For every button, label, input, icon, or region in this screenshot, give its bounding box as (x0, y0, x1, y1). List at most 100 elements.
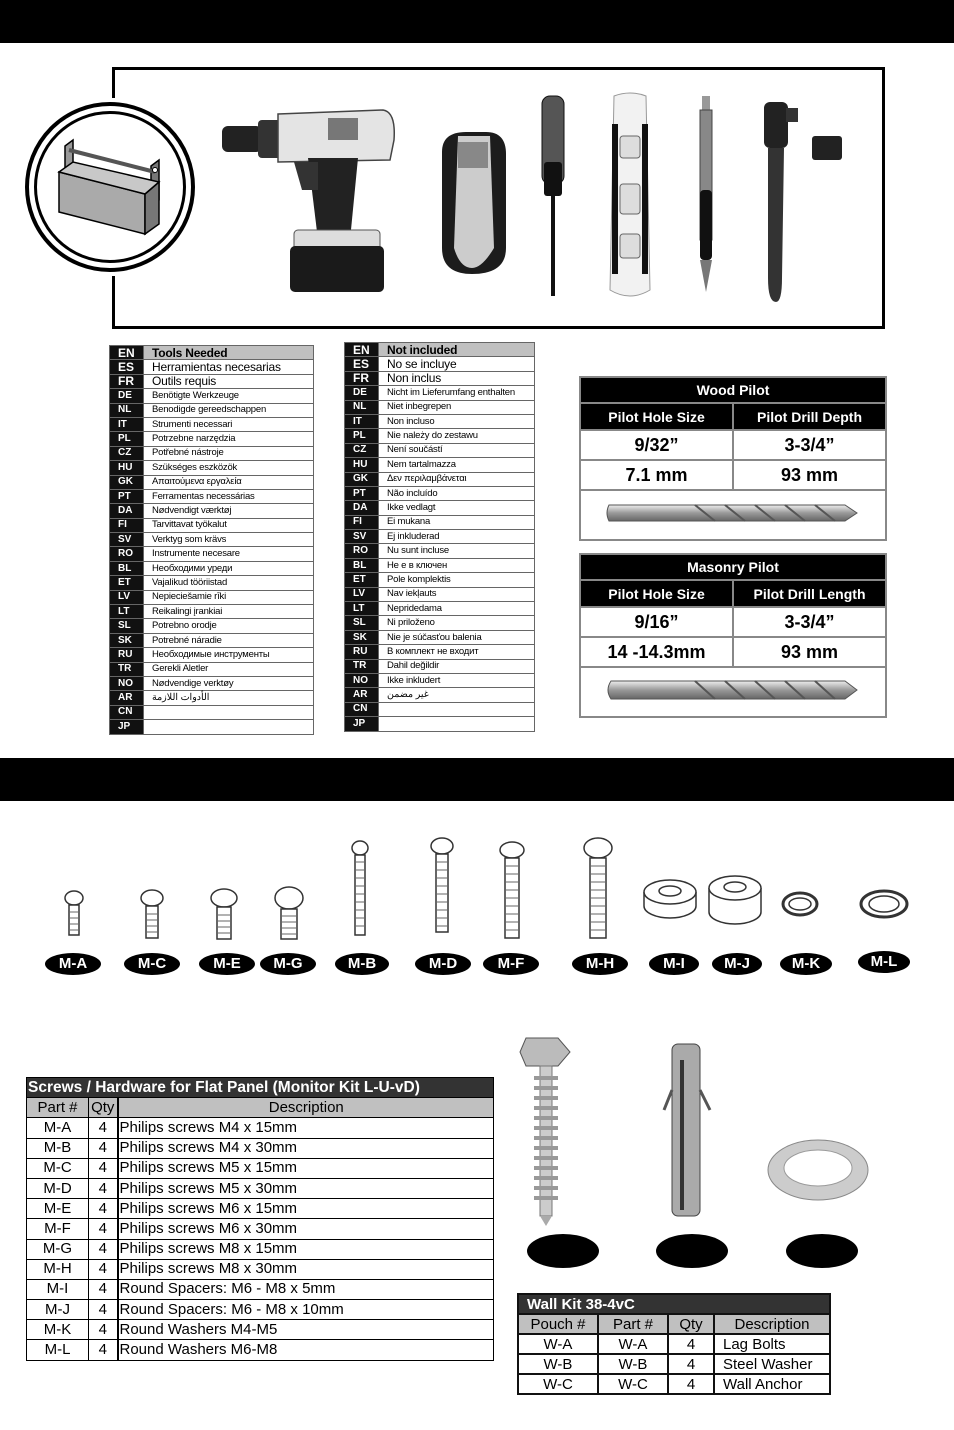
wood-pilot-value: 3-3/4” (732, 429, 887, 461)
language-text: Nie je súčasťou balenia (378, 629, 535, 646)
language-row: RO Nu sunt incluse (344, 543, 535, 559)
screw-m-e-icon (210, 888, 238, 940)
language-code: LT (109, 604, 144, 620)
wall-kit-illustrations (519, 1037, 869, 1226)
qty-cell: 4 (88, 1117, 118, 1139)
language-code: RU (109, 647, 144, 663)
table-row: M-G 4 Philips screws M8 x 15mm (26, 1238, 494, 1260)
language-row: ET Vajalikud tööriistad (109, 575, 314, 591)
wall-kit-label-w-c (786, 1234, 858, 1268)
part-number-cell: M-K (26, 1319, 89, 1341)
section-header-band-tools (0, 0, 954, 43)
language-text: Nødvendigt værktøj (143, 503, 314, 519)
hardware-label-m-c: M-C (124, 953, 180, 975)
screws-table-title: Screws / Hardware for Flat Panel (Monito… (26, 1076, 494, 1099)
language-text: Vajalikud tööriistad (143, 575, 314, 591)
language-code: EN (109, 344, 144, 361)
stud-finder-icon (442, 132, 506, 274)
language-text: Benötigte Werkzeuge (143, 388, 314, 404)
description-cell: Wall Anchor (713, 1373, 831, 1395)
language-row: SV Verktyg som krävs (109, 532, 314, 548)
col-header-qty: Qty (667, 1313, 715, 1335)
language-row: AR غير مضمن (344, 687, 535, 703)
language-text: Ei mukana (378, 514, 535, 531)
qty-cell: 4 (667, 1333, 715, 1355)
wood-pilot-table: Wood Pilot Pilot Hole Size Pilot Drill D… (579, 376, 887, 541)
language-text: Potrzebne narzędzia (143, 431, 314, 447)
language-row: PT Não incluído (344, 485, 535, 502)
language-code: SL (109, 618, 144, 634)
description-cell: Philips screws M6 x 15mm (116, 1198, 494, 1220)
language-row: EN Tools Needed (109, 344, 314, 361)
masonry-pilot-col-drill-length: Pilot Drill Length (732, 579, 887, 608)
language-code: NL (109, 402, 144, 418)
description-cell: Lag Bolts (713, 1333, 831, 1355)
language-code: PT (344, 485, 379, 502)
col-header-qty: Qty (88, 1097, 118, 1119)
language-text: Не е в ключен (378, 557, 535, 574)
toolbox-icon (57, 138, 161, 236)
spacer-m-i-icon (643, 879, 697, 919)
masonry-pilot-title: Masonry Pilot (579, 553, 887, 581)
screws-hardware-table: Screws / Hardware for Flat Panel (Monito… (26, 1076, 494, 1361)
language-row: LT Reikalingi įrankiai (109, 604, 314, 620)
language-text: Niet inbegrepen (378, 399, 535, 415)
language-row: GK Απαιτούμενα εργαλεία (109, 474, 314, 490)
language-row: DA Nødvendigt værktøj (109, 503, 314, 519)
tools-needed-table: EN Tools Needed ES Herramientas necesarias F… (109, 344, 314, 735)
description-cell: Philips screws M5 x 30mm (116, 1177, 494, 1200)
language-row: FI Ei mukana (344, 514, 535, 531)
language-row: SV Ej inkluderad (344, 529, 535, 545)
part-number-cell: W-B (597, 1353, 669, 1375)
col-header-part: Part # (597, 1313, 669, 1335)
wood-pilot-col-hole-size: Pilot Hole Size (579, 402, 734, 431)
language-row: NL Benodigde gereedschappen (109, 402, 314, 418)
qty-cell: 4 (88, 1258, 118, 1280)
language-code: LV (344, 586, 379, 603)
language-text: Nem tartalmazza (378, 457, 535, 473)
masonry-pilot-value: 93 mm (732, 636, 887, 668)
language-code: AR (344, 687, 379, 703)
language-code: FR (344, 370, 379, 387)
wall-kit-table: Wall Kit 38-4vC Pouch # Part # Qty Descr… (517, 1293, 831, 1395)
description-cell: Philips screws M4 x 15mm (116, 1117, 494, 1139)
qty-cell: 4 (88, 1218, 118, 1240)
qty-cell: 4 (667, 1373, 715, 1395)
qty-cell: 4 (667, 1353, 715, 1375)
wood-pilot-value: 7.1 mm (579, 459, 734, 491)
language-code: SV (344, 529, 379, 545)
language-code: SK (344, 629, 379, 646)
col-header-part: Part # (26, 1097, 89, 1119)
language-row: LV Nav iekļauts (344, 586, 535, 603)
language-row: FR Non inclus (344, 370, 535, 387)
language-row: NL Niet inbegrepen (344, 399, 535, 415)
part-number-cell: W-C (597, 1373, 669, 1395)
hardware-label-m-i: M-I (649, 953, 699, 975)
language-row: EN Not included (344, 341, 535, 358)
table-row: M-C 4 Philips screws M5 x 15mm (26, 1157, 494, 1179)
language-code: ET (109, 575, 144, 591)
table-row: M-B 4 Philips screws M4 x 30mm (26, 1137, 494, 1159)
language-text (378, 716, 535, 732)
hardware-illustrations (64, 837, 909, 940)
language-code: BL (109, 560, 144, 577)
language-code: NO (344, 672, 379, 689)
description-cell: Round Washers M4-M5 (116, 1319, 494, 1341)
part-number-cell: M-E (26, 1198, 89, 1220)
language-row: CN (109, 704, 314, 721)
language-text: Необходимые инструменты (143, 647, 314, 663)
language-code: JP (344, 716, 379, 732)
qty-cell: 4 (88, 1299, 118, 1321)
language-code: DA (344, 500, 379, 516)
part-number-cell: M-B (26, 1137, 89, 1159)
language-text (143, 704, 314, 721)
language-row: SL Ni priloženo (344, 615, 535, 631)
language-text: Szükséges eszközök (143, 460, 314, 476)
language-code: JP (109, 719, 144, 735)
language-text: Potrebno orodje (143, 618, 314, 634)
language-text: Tools Needed (143, 344, 314, 361)
language-code: RO (344, 543, 379, 559)
language-code: CZ (109, 445, 144, 462)
language-code: NL (344, 399, 379, 415)
language-row: TR Dahil değildir (344, 658, 535, 674)
